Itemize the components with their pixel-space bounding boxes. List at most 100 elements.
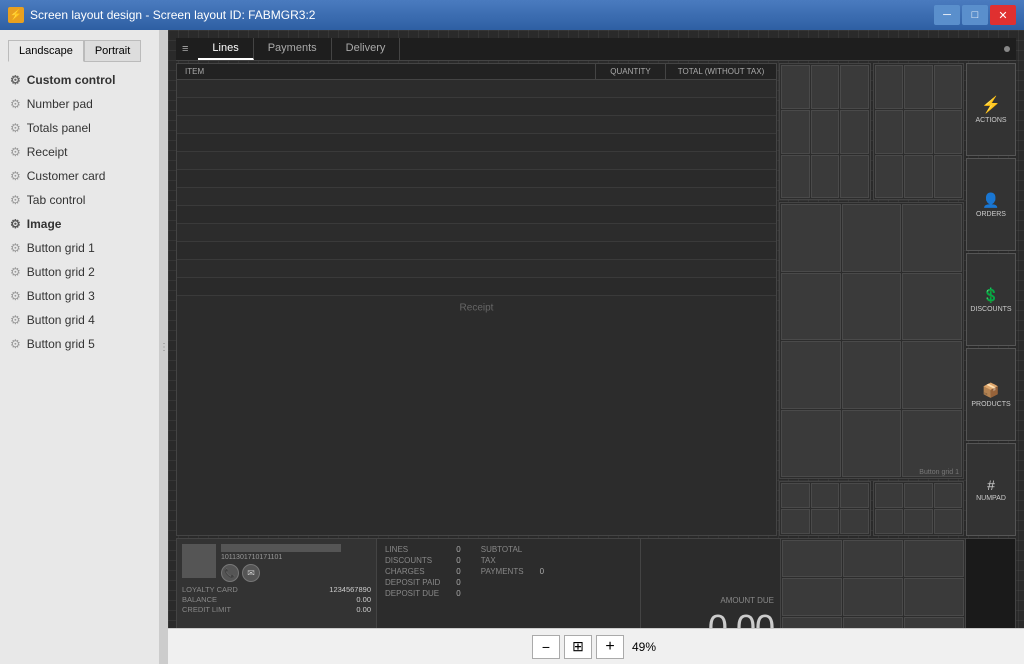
grid-cell[interactable] xyxy=(781,341,841,408)
grid-cell[interactable] xyxy=(840,483,869,508)
sidebar-item-receipt[interactable]: ⚙ Receipt xyxy=(0,140,159,164)
grid-cell[interactable] xyxy=(781,110,810,154)
grid-cell[interactable] xyxy=(811,65,840,109)
receipt-row xyxy=(177,278,776,296)
grid-cell[interactable] xyxy=(904,155,933,199)
grid-cell[interactable] xyxy=(902,204,962,271)
sidebar-item-custom-control[interactable]: ⚙ Custom control xyxy=(0,68,159,92)
grid-cell[interactable] xyxy=(781,273,841,340)
title-bar-left: ⚡ Screen layout design - Screen layout I… xyxy=(8,7,315,23)
grid-cell[interactable] xyxy=(781,204,841,271)
zoom-in-button[interactable]: + xyxy=(596,635,624,659)
sidebar-resize-handle[interactable]: ⋮ xyxy=(160,30,168,664)
gear-icon-4: ⚙ xyxy=(10,145,21,159)
grid-cell[interactable] xyxy=(842,273,902,340)
grid-cell[interactable] xyxy=(781,65,810,109)
grid-cell[interactable] xyxy=(902,273,962,340)
grid-cell[interactable] xyxy=(811,483,840,508)
sidebar-item-tab-control[interactable]: ⚙ Tab control xyxy=(0,188,159,212)
sidebar-item-button-grid-4[interactable]: ⚙ Button grid 4 xyxy=(0,308,159,332)
minimize-button[interactable]: ─ xyxy=(934,5,960,25)
grid-cell[interactable] xyxy=(781,155,810,199)
action-btn-actions[interactable]: ⚡ ACTIONS xyxy=(966,63,1016,156)
discounts-icon: 💲 xyxy=(982,287,999,304)
grid-cell[interactable] xyxy=(781,483,810,508)
grid-cell[interactable] xyxy=(904,578,964,615)
grid-cell[interactable] xyxy=(811,110,840,154)
sidebar-item-button-grid-3[interactable]: ⚙ Button grid 3 xyxy=(0,284,159,308)
deposit-due-label: DEPOSIT DUE xyxy=(385,589,439,598)
grid-cell[interactable] xyxy=(782,578,842,615)
discounts-value: 0 xyxy=(456,556,460,565)
window-controls: ─ □ ✕ xyxy=(934,5,1016,25)
tab-portrait[interactable]: Portrait xyxy=(84,40,141,62)
grid-cell[interactable] xyxy=(842,410,902,477)
grid-cell[interactable] xyxy=(934,110,963,154)
action-btn-orders[interactable]: 👤 ORDERS xyxy=(966,158,1016,251)
grid-panel-top-right xyxy=(873,63,965,200)
zoom-grid-button[interactable]: ⊞ xyxy=(564,635,592,659)
grid-cell[interactable] xyxy=(902,341,962,408)
sidebar-item-button-grid-1[interactable]: ⚙ Button grid 1 xyxy=(0,236,159,260)
action-btn-products[interactable]: 📦 PRODUCTS xyxy=(966,348,1016,441)
phone-button[interactable]: 📞 xyxy=(221,564,239,582)
tab-landscape[interactable]: Landscape xyxy=(8,40,84,62)
grid-cell[interactable] xyxy=(875,509,904,534)
close-button[interactable]: ✕ xyxy=(990,5,1016,25)
grid-cell[interactable] xyxy=(875,155,904,199)
grid-cell[interactable] xyxy=(811,509,840,534)
grid-panel-middle: Button grid 1 xyxy=(779,202,964,479)
email-button[interactable]: ✉ xyxy=(242,564,260,582)
grid-cell[interactable] xyxy=(842,204,902,271)
grid-cell[interactable] xyxy=(843,540,903,577)
sidebar-item-totals-panel[interactable]: ⚙ Totals panel xyxy=(0,116,159,140)
grid-cell[interactable] xyxy=(904,483,933,508)
action-btn-numpad[interactable]: # NUMPAD xyxy=(966,443,1016,536)
pos-tab-payments[interactable]: Payments xyxy=(254,38,332,60)
grid-cell[interactable] xyxy=(843,578,903,615)
pos-tab-lines[interactable]: Lines xyxy=(198,38,253,60)
grid-cell[interactable] xyxy=(840,155,869,199)
tax-label: TAX xyxy=(481,556,496,565)
grid-cell[interactable] xyxy=(904,110,933,154)
grid-cell[interactable] xyxy=(782,540,842,577)
grid-cell[interactable] xyxy=(781,509,810,534)
grid-cell[interactable] xyxy=(904,540,964,577)
grid-cell[interactable] xyxy=(875,110,904,154)
grid-cell[interactable] xyxy=(840,65,869,109)
receipt-row xyxy=(177,152,776,170)
receipt-row xyxy=(177,98,776,116)
zoom-out-button[interactable]: − xyxy=(532,635,560,659)
grid-panel-top-left xyxy=(779,63,871,200)
grid-cell[interactable] xyxy=(811,155,840,199)
sidebar-item-button-grid-5[interactable]: ⚙ Button grid 5 xyxy=(0,332,159,356)
grid-cell[interactable] xyxy=(840,509,869,534)
design-canvas[interactable]: ≡ Lines Payments Delivery ITEM QUANTITY xyxy=(168,30,1024,664)
pos-tab-delivery[interactable]: Delivery xyxy=(332,38,401,60)
receipt-panel: ITEM QUANTITY TOTAL (WITHOUT TAX) xyxy=(176,63,777,536)
maximize-button[interactable]: □ xyxy=(962,5,988,25)
sidebar-item-image[interactable]: ⚙ Image xyxy=(0,212,159,236)
sidebar-item-button-grid-2[interactable]: ⚙ Button grid 2 xyxy=(0,260,159,284)
grid-cell[interactable] xyxy=(902,410,962,477)
grid-cell[interactable] xyxy=(904,509,933,534)
grid-cell[interactable] xyxy=(875,483,904,508)
action-btn-discounts[interactable]: 💲 DISCOUNTS xyxy=(966,253,1016,346)
grid-cell[interactable] xyxy=(840,110,869,154)
grid-cell[interactable] xyxy=(934,65,963,109)
grid-cell[interactable] xyxy=(934,483,963,508)
grid-cell[interactable] xyxy=(934,509,963,534)
payments-value: 0 xyxy=(540,567,544,576)
gear-icon-5: ⚙ xyxy=(10,169,21,183)
customer-details: 1011301710171101 📞 ✉ xyxy=(221,544,371,582)
sidebar-item-number-pad[interactable]: ⚙ Number pad xyxy=(0,92,159,116)
grid-cell[interactable] xyxy=(842,341,902,408)
grid-cell[interactable] xyxy=(934,155,963,199)
grid-cell[interactable] xyxy=(904,65,933,109)
grid-cell[interactable] xyxy=(781,410,841,477)
app-icon: ⚡ xyxy=(8,7,24,23)
sidebar-item-customer-card[interactable]: ⚙ Customer card xyxy=(0,164,159,188)
col-total: TOTAL (WITHOUT TAX) xyxy=(666,64,776,79)
main-container: Landscape Portrait ⚙ Custom control ⚙ Nu… xyxy=(0,30,1024,664)
grid-cell[interactable] xyxy=(875,65,904,109)
